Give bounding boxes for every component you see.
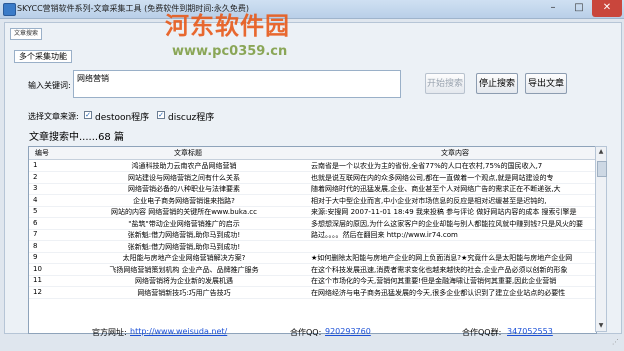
source-label: 选择文章来源: (28, 112, 79, 121)
stop-search-button[interactable]: 停止搜索 (476, 73, 518, 94)
table-row[interactable]: 10 飞扬网络营销策划机构 企业产品、品牌推广服务 在这个科技发展迅速,消费者需求变… (29, 264, 596, 276)
row-title: 网络营销必备的八种职业与法律要素 (128, 185, 240, 193)
row-number: 2 (33, 172, 38, 181)
row-number: 8 (33, 241, 38, 250)
table-header: 编号 文章标题 文章内容 (29, 147, 596, 160)
scroll-up-arrow-icon[interactable]: ▲ (596, 147, 606, 157)
tab-article-search[interactable]: 文章搜索 (10, 28, 43, 40)
table-row[interactable]: 5 网站的内容 网络营销的关键所在www.buka.cc 来源:安搜网 2007-1… (29, 206, 596, 218)
qq-group-label: 合作QQ群: (462, 328, 502, 337)
table-row[interactable]: 12 网络营销新技巧:巧用广告技巧 在网络经济与电子商务迅猛发展的今天,很多企业都认… (29, 287, 596, 299)
scrollbar-thumb[interactable] (597, 161, 607, 177)
function-selector[interactable]: 多个采集功能 (14, 50, 72, 63)
vertical-scrollbar[interactable]: ▲ ▼ (595, 146, 607, 332)
row-number: 4 (33, 195, 38, 204)
table-row[interactable]: 9 太阳能与房地产企业网络营销解决方案? ★如何删除太阳能与房地产企业的网上负面消息… (29, 252, 596, 264)
keyword-input[interactable]: 网络营销 (73, 70, 401, 98)
row-content: 路过。。。。然后在翻回来 http://www.ir74.com (311, 231, 458, 239)
row-content: 来源:安搜网 2007-11-01 18:49 我来投稿 参与评论 做好网站内容… (311, 208, 577, 216)
row-title: 张新魁:借力网络营销,助你马到成功! (127, 242, 241, 251)
keyword-label: 输入关键词: (28, 81, 71, 90)
search-status: 文章搜索中......68 篇 (29, 132, 124, 143)
row-title: 鸿通科技助力云南农产品网络营销 (131, 162, 237, 170)
row-content: 也就是说互联网在内的众多网络公司,都在一直做着一个观点,就是网站建设的专 (311, 173, 554, 182)
row-title: 网站的内容 网络营销的关键所在www.buka.cc (110, 208, 257, 216)
row-number: 9 (33, 253, 38, 261)
table-row[interactable]: 11 网络营销将为企业新的发展机遇 在这个市场化的今天,营销何其重要!但是金融海啸让… (29, 275, 596, 287)
qq-label: 合作QQ: (290, 328, 322, 337)
row-title: 网站建设与网络营销之间有什么关系 (128, 173, 240, 182)
table-row[interactable]: 8 张新魁:借力网络营销,助你马到成功! (29, 241, 596, 253)
row-number: 6 (33, 218, 38, 227)
app-icon (3, 3, 16, 16)
row-number: 12 (33, 287, 42, 296)
table-row[interactable]: 7 张新魁:借力网络营销,助你马到成功! 路过。。。。然后在翻回来 http://w… (29, 229, 596, 241)
row-content: 云南省是一个以农业为主的省份,全省77%的人口在农村,75%的国民收入,7 (311, 162, 543, 170)
minimize-button[interactable]: – (540, 0, 566, 17)
site-link[interactable]: http://www.weisuda.net/ (130, 327, 227, 336)
row-content: 多想想深层的原因,为什么这家客户的企业却能与别人都能拉风就中赚到钱?只是风火的要 (311, 219, 583, 228)
maximize-button[interactable]: □ (566, 0, 592, 17)
scroll-down-arrow-icon[interactable]: ▼ (596, 321, 606, 331)
column-header-content[interactable]: 文章内容 (441, 148, 469, 158)
column-header-title[interactable]: 文章标题 (174, 148, 202, 158)
row-title: 企业电子商务网络营销谁来指路? (133, 196, 235, 205)
discuz-label: discuz程序 (168, 113, 215, 123)
row-title: 飞扬网络营销策划机构 企业产品、品牌推广服务 (109, 265, 259, 274)
table-row[interactable]: 2 网站建设与网络营销之间有什么关系 也就是说互联网在内的众多网络公司,都在一直做着… (29, 172, 596, 184)
watermark-url: www.pc0359.cn (172, 44, 288, 59)
row-content: 随着网络时代的迅猛发展,企业、商业甚至个人对网络广告的需求正在不断递张,大 (311, 185, 561, 193)
row-content: 在这个科技发展迅速,消费者需求变化也越来越快的社会,企业产品必须以创新的形象 (311, 265, 568, 274)
row-number: 5 (33, 207, 38, 215)
destoon-checkbox[interactable]: ✓ (84, 111, 92, 119)
results-table: 编号 文章标题 文章内容 1 鸿通科技助力云南农产品网络营销 云南省是一个以农业为主… (28, 146, 597, 334)
title-bar: SKYCC营销软件系列-文章采集工具 (免费软件到期时间:永久免费) – □ ✕ (0, 0, 624, 19)
column-header-number[interactable]: 编号 (35, 148, 49, 158)
row-content: 相对于大中型企业而言,中小企业对市场信息的反应是相对迟缓甚至是迟钝的, (311, 196, 547, 205)
row-title: 网络营销新技巧:巧用广告技巧 (137, 288, 231, 297)
row-content: 在网络经济与电子商务迅猛发展的今天,很多企业都认识到了建立企业站点的必要性 (311, 288, 566, 297)
row-content: ★如何删除太阳能与房地产企业的网上负面消息?★究竟什么是太阳能与房地产企业网 (311, 254, 573, 262)
export-articles-button[interactable]: 导出文章 (525, 73, 567, 94)
qq-link[interactable]: 920293760 (325, 327, 371, 336)
site-label: 官方网址: (92, 328, 127, 337)
table-row[interactable]: 3 网络营销必备的八种职业与法律要素 随着网络时代的迅猛发展,企业、商业甚至个人对网… (29, 183, 596, 195)
row-title: 网络营销将为企业新的发展机遇 (135, 277, 233, 285)
table-row[interactable]: 6 "盐筑"带动企业网络营销推广的启示 多想想深层的原因,为什么这家客户的企业却能与… (29, 218, 596, 230)
row-number: 10 (33, 264, 42, 273)
row-title: 太阳能与房地产企业网络营销解决方案? (122, 254, 246, 262)
table-row[interactable]: 4 企业电子商务网络营销谁来指路? 相对于大中型企业而言,中小企业对市场信息的反应是… (29, 195, 596, 207)
row-number: 1 (33, 161, 38, 169)
destoon-label: destoon程序 (95, 113, 150, 123)
qq-group-link[interactable]: 347052553 (507, 327, 553, 336)
watermark-logo: 河东软件园 (165, 11, 290, 40)
close-button[interactable]: ✕ (592, 0, 622, 17)
row-number: 7 (33, 230, 38, 238)
row-number: 3 (33, 184, 38, 192)
table-row[interactable]: 1 鸿通科技助力云南农产品网络营销 云南省是一个以农业为主的省份,全省77%的人口在… (29, 160, 596, 172)
row-title: 张新魁:借力网络营销,助你马到成功! (127, 231, 241, 239)
row-title: "盐筑"带动企业网络营销推广的启示 (128, 219, 240, 228)
resize-grip-icon[interactable]: ⋰ (612, 338, 620, 346)
row-content: 在这个市场化的今天,营销何其重要!但是金融海啸让营销何其重要,因此企业营销 (311, 277, 557, 285)
row-number: 11 (33, 276, 42, 284)
start-search-button[interactable]: 开始搜索 (425, 73, 465, 94)
discuz-checkbox[interactable]: ✓ (157, 111, 165, 119)
